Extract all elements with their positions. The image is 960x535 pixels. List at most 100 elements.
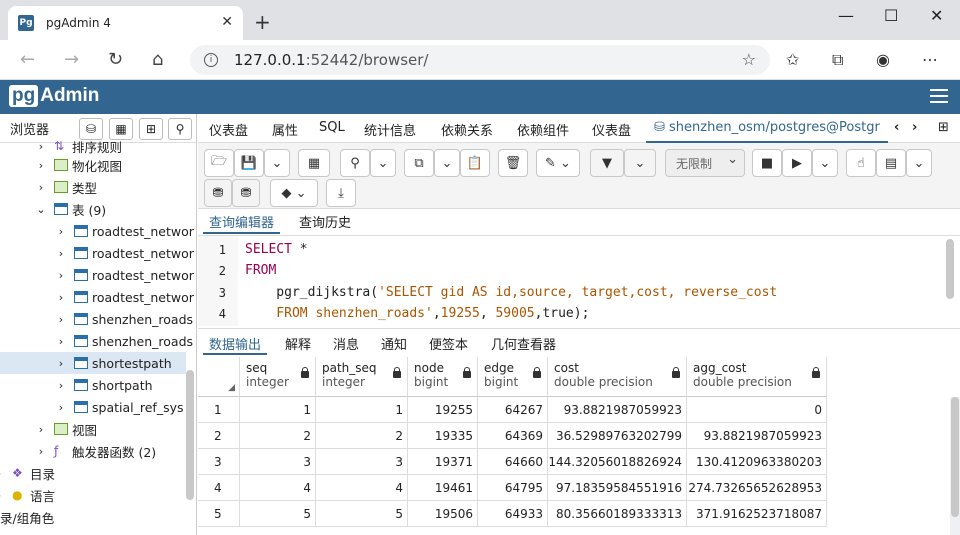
- tree-item-table[interactable]: › roadtest_networ: [56, 220, 196, 242]
- copy-dropdown-icon[interactable]: ⌄: [434, 149, 460, 177]
- chevron-right-icon[interactable]: ›: [0, 467, 4, 480]
- tab-dependents[interactable]: 依赖组件: [517, 120, 569, 139]
- chevron-right-icon[interactable]: ›: [56, 247, 66, 260]
- stop-icon[interactable]: ■: [752, 149, 782, 177]
- chevron-right-icon[interactable]: ›: [56, 379, 66, 392]
- browser-tab[interactable]: Pg pgAdmin 4 ✕: [8, 6, 243, 40]
- table-cell[interactable]: 3: [240, 449, 316, 475]
- table-cell[interactable]: 4: [316, 475, 408, 501]
- tab-sql[interactable]: SQL: [319, 120, 345, 135]
- home-icon[interactable]: ⌂: [152, 49, 163, 70]
- chevron-right-icon[interactable]: ›: [56, 269, 66, 282]
- select-all-icon[interactable]: ◢: [228, 383, 235, 393]
- table-cell[interactable]: 19506: [408, 501, 478, 527]
- edit-data-icon[interactable]: ▦: [298, 149, 330, 177]
- open-file-icon[interactable]: 🗁: [204, 149, 234, 177]
- tree-item-materialized-views[interactable]: › 物化视图: [36, 154, 196, 176]
- chevron-right-icon[interactable]: ›: [0, 489, 4, 502]
- refresh-icon[interactable]: ↻: [108, 49, 123, 70]
- forward-icon[interactable]: →: [64, 49, 79, 70]
- row-number[interactable]: 5: [198, 501, 240, 527]
- chevron-down-icon[interactable]: ⌄: [36, 203, 46, 216]
- table-cell[interactable]: 144.32056018826924: [548, 449, 687, 475]
- row-number[interactable]: 1: [198, 397, 240, 423]
- column-header-node[interactable]: node bigint: [408, 357, 478, 397]
- table-cell[interactable]: 64267: [478, 397, 548, 423]
- table-cell[interactable]: 2: [240, 423, 316, 449]
- tab-list-icon[interactable]: ⊞: [938, 120, 949, 135]
- grid-scroll-thumb[interactable]: [951, 397, 959, 517]
- chevron-right-icon[interactable]: ›: [36, 140, 46, 153]
- chevron-right-icon[interactable]: ›: [56, 401, 66, 414]
- tab-explain[interactable]: 解释: [285, 334, 311, 353]
- table-cell[interactable]: 371.9162523718087: [687, 501, 827, 527]
- tree-item-tables[interactable]: ⌄ 表 (9): [36, 198, 196, 220]
- tree-item-catalogs[interactable]: › ❖ 目录: [0, 462, 180, 484]
- chevron-right-icon[interactable]: ›: [36, 445, 46, 458]
- table-cell[interactable]: 64795: [478, 475, 548, 501]
- tab-scroll-left-icon[interactable]: ‹: [890, 120, 904, 135]
- chevron-right-icon[interactable]: ›: [56, 291, 66, 304]
- download-icon[interactable]: ⤓: [326, 179, 356, 207]
- tree-item-views[interactable]: › 视图: [36, 418, 196, 440]
- favorite-star-icon[interactable]: ☆: [742, 50, 756, 69]
- tree-item-types[interactable]: › 类型: [36, 176, 196, 198]
- paste-icon[interactable]: 📋: [460, 149, 490, 177]
- favorites-icon[interactable]: ✩: [786, 50, 799, 69]
- maximize-icon[interactable]: ☐: [884, 6, 898, 25]
- find-dropdown-icon[interactable]: ⌄: [370, 149, 396, 177]
- tab-query-tool[interactable]: ⛁ shenzhen_osm/postgres@Postgr: [646, 120, 888, 143]
- table-cell[interactable]: 2: [316, 423, 408, 449]
- close-window-icon[interactable]: ✕: [930, 6, 943, 25]
- chevron-right-icon[interactable]: ›: [36, 423, 46, 436]
- tab-query-editor[interactable]: 查询编辑器: [202, 212, 281, 234]
- table-cell[interactable]: 19255: [408, 397, 478, 423]
- table-cell[interactable]: 64933: [478, 501, 548, 527]
- table-cell[interactable]: 5: [240, 501, 316, 527]
- table-cell[interactable]: 130.4120963380203: [687, 449, 827, 475]
- chevron-right-icon[interactable]: ›: [56, 357, 66, 370]
- close-tab-icon[interactable]: ✕: [221, 14, 233, 30]
- table-cell[interactable]: 64660: [478, 449, 548, 475]
- table-cell[interactable]: 5: [316, 501, 408, 527]
- table-cell[interactable]: 93.8821987059923: [687, 423, 827, 449]
- url-field[interactable]: i 127.0.0.1:52442/browser/ ☆: [190, 45, 770, 75]
- table-cell[interactable]: 1: [316, 397, 408, 423]
- chevron-right-icon[interactable]: ›: [56, 335, 66, 348]
- save-file-icon[interactable]: 💾: [234, 149, 264, 177]
- table-cell[interactable]: 97.18359584551916: [548, 475, 687, 501]
- tab-properties[interactable]: 属性: [272, 120, 298, 139]
- column-header-seq[interactable]: seq integer: [240, 357, 316, 397]
- row-limit-select[interactable]: 无限制: [665, 149, 745, 177]
- grid-scrollbar[interactable]: [950, 397, 960, 535]
- save-dropdown-icon[interactable]: ⌄: [264, 149, 290, 177]
- tab-dashboard[interactable]: 仪表盘: [209, 120, 248, 139]
- column-header-agg-cost[interactable]: agg_cost double precision: [687, 357, 827, 397]
- column-header-path-seq[interactable]: path_seq integer: [316, 357, 408, 397]
- table-cell[interactable]: 0: [687, 397, 827, 423]
- collections-icon[interactable]: ⧉: [832, 50, 843, 70]
- site-info-icon[interactable]: i: [204, 53, 218, 67]
- edit-dropdown-icon[interactable]: ✎ ⌄: [536, 149, 580, 177]
- find-icon[interactable]: ⚲: [340, 149, 370, 177]
- commit-icon[interactable]: ⛃: [204, 179, 232, 207]
- chevron-right-icon[interactable]: ›: [56, 225, 66, 238]
- minimize-icon[interactable]: —: [838, 6, 854, 25]
- tab-geometry-viewer[interactable]: 几何查看器: [491, 334, 556, 353]
- clear-dropdown-icon[interactable]: ◆ ⌄: [270, 179, 318, 207]
- tab-statistics[interactable]: 统计信息: [364, 120, 416, 139]
- editor-scrollbar[interactable]: [946, 239, 954, 299]
- tree-item-table[interactable]: › shenzhen_roads: [56, 330, 196, 352]
- execute-icon[interactable]: ▶: [782, 149, 812, 177]
- explain-dropdown-icon[interactable]: ⌄: [906, 149, 932, 177]
- column-header-edge[interactable]: edge bigint: [478, 357, 548, 397]
- tab-notifications[interactable]: 通知: [381, 334, 407, 353]
- tab-data-output[interactable]: 数据输出: [202, 334, 268, 355]
- tree-item-roles[interactable]: 录/组角色: [0, 506, 186, 528]
- tree-item-table[interactable]: › roadtest_networ: [56, 286, 196, 308]
- chevron-right-icon[interactable]: ›: [56, 313, 66, 326]
- table-cell[interactable]: 80.35660189333313: [548, 501, 687, 527]
- copy-icon[interactable]: ⧉: [404, 149, 434, 177]
- browser-scrollbar[interactable]: [186, 370, 194, 500]
- table-cell[interactable]: 274.73265652628953: [687, 475, 827, 501]
